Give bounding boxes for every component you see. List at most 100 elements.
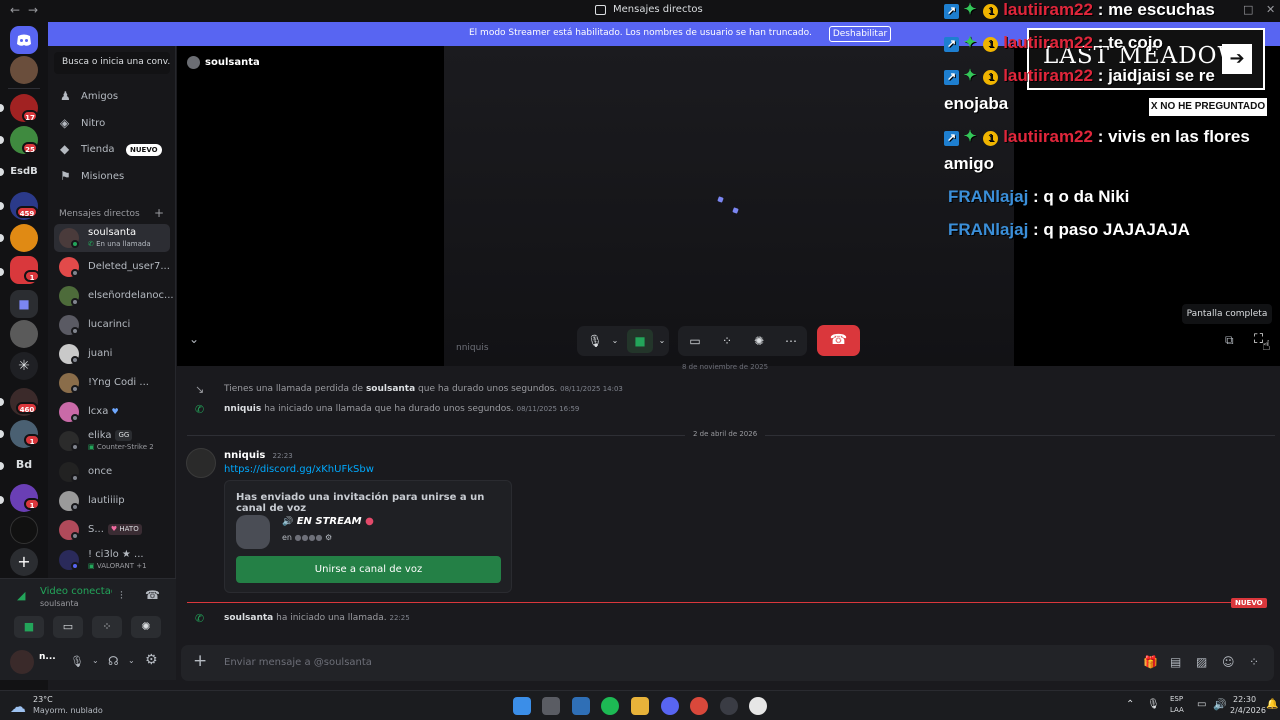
settings-gear-icon[interactable]: ⚙ bbox=[145, 652, 158, 668]
weather-desc[interactable]: Mayorm. nublado bbox=[33, 706, 103, 715]
volume-icon[interactable]: 🔊 bbox=[1213, 698, 1227, 711]
apps-icon[interactable]: ⁘ bbox=[1249, 655, 1259, 669]
sticker-icon[interactable]: ▨ bbox=[1196, 655, 1207, 669]
media-player-icon[interactable] bbox=[749, 697, 767, 715]
dm-item[interactable]: S... ♥ HATO bbox=[54, 516, 170, 544]
author-name[interactable]: nniquis bbox=[224, 450, 265, 461]
video-tile[interactable] bbox=[444, 46, 1014, 366]
spotify-icon[interactable] bbox=[601, 697, 619, 715]
dm-status: En una llamada bbox=[96, 240, 151, 248]
steam-icon[interactable] bbox=[720, 697, 738, 715]
gift-icon[interactable]: 🎁 bbox=[1143, 655, 1158, 669]
discord-taskbar-icon[interactable] bbox=[661, 697, 679, 715]
end-call-button[interactable]: ☎ bbox=[817, 325, 860, 356]
chevron-down-icon[interactable]: ⌄ bbox=[649, 329, 675, 353]
chrome-icon[interactable] bbox=[690, 697, 708, 715]
dm-item[interactable]: elika GG ▣ Counter-Strike 2 bbox=[54, 427, 170, 455]
voice-status[interactable]: Video conectado bbox=[40, 586, 112, 597]
noise-suppression-icon[interactable]: ⫶ bbox=[120, 589, 123, 603]
msg-user[interactable]: soulsanta bbox=[224, 613, 273, 623]
server-label[interactable]: EsdB bbox=[8, 166, 40, 177]
activities-icon[interactable]: ⁘ bbox=[714, 329, 740, 353]
mention-badge: 1 bbox=[24, 434, 40, 446]
microphone-icon[interactable]: 🎙 bbox=[70, 655, 84, 668]
forward-arrow-icon[interactable]: → bbox=[28, 3, 38, 17]
maximize-icon[interactable]: □ bbox=[1243, 3, 1253, 16]
add-server-icon[interactable]: + bbox=[10, 548, 38, 576]
dm-item[interactable]: lucarinci bbox=[54, 311, 170, 339]
popout-icon[interactable]: ⧉ bbox=[1225, 333, 1234, 348]
notifications-icon[interactable]: 🔔 bbox=[1266, 699, 1278, 710]
nav-nitro[interactable]: ◈ Nitro bbox=[54, 112, 172, 136]
timestamp: 22:25 bbox=[389, 614, 410, 622]
discord-home-icon[interactable] bbox=[10, 26, 38, 54]
activities-button[interactable]: ⁘ bbox=[92, 616, 122, 638]
weather-temp[interactable]: 23°C bbox=[33, 695, 53, 704]
voice-channel[interactable]: soulsanta bbox=[40, 599, 79, 608]
dm-item[interactable]: ! ci3lo ★ ... ▣ VALORANT +1 bbox=[54, 546, 170, 574]
screen-share-icon[interactable]: ▭ bbox=[682, 329, 708, 353]
call-started-message: soulsanta ha iniciado una llamada. 22:25 bbox=[224, 613, 410, 623]
server-label[interactable]: Bd bbox=[8, 458, 40, 471]
dm-item[interactable]: lautiiiip bbox=[54, 487, 170, 515]
soundboard-icon[interactable]: ✺ bbox=[746, 329, 772, 353]
disable-streamer-button[interactable]: Deshabilitar bbox=[829, 26, 891, 42]
headphones-icon[interactable]: ☊ bbox=[108, 654, 119, 668]
dm-item[interactable]: elseñordelanoc... bbox=[54, 282, 174, 310]
unread-pill bbox=[0, 430, 4, 438]
close-window-icon[interactable]: ✕ bbox=[1266, 3, 1275, 16]
chevron-down-icon[interactable]: ⌄ bbox=[92, 656, 99, 665]
emoji-icon[interactable]: ☺ bbox=[1222, 655, 1235, 669]
status-dot bbox=[71, 532, 79, 540]
collapse-chevron-icon[interactable]: ⌄ bbox=[189, 332, 199, 346]
msg-user[interactable]: soulsanta bbox=[366, 384, 415, 394]
dm-item[interactable]: !Yng Codi ... bbox=[54, 369, 170, 397]
keyboard-lang[interactable]: ESP bbox=[1170, 695, 1183, 703]
server-icon[interactable] bbox=[10, 320, 38, 348]
nav-friends[interactable]: ♟ Amigos bbox=[54, 85, 172, 109]
dm-item[interactable]: soulsanta ✆ En una llamada bbox=[54, 224, 170, 252]
chevron-down-icon[interactable]: ⌄ bbox=[128, 656, 135, 665]
dm-item[interactable]: Deleted_user7... bbox=[54, 253, 170, 281]
disconnect-icon[interactable]: ☎ bbox=[145, 588, 160, 602]
more-options-icon[interactable]: ⋯ bbox=[778, 329, 804, 353]
server-icon[interactable] bbox=[10, 516, 38, 544]
dm-item[interactable]: once bbox=[54, 458, 170, 486]
user-avatar[interactable] bbox=[10, 650, 34, 674]
gif-icon[interactable]: ▤ bbox=[1170, 655, 1181, 669]
invite-link[interactable]: https://discord.gg/xKhUFkSbw bbox=[224, 464, 374, 475]
server-icon[interactable] bbox=[10, 224, 38, 252]
back-arrow-icon[interactable]: ← bbox=[10, 3, 20, 17]
status-dot bbox=[71, 356, 79, 364]
msg-user[interactable]: nniquis bbox=[224, 404, 261, 414]
network-icon[interactable]: ▭ bbox=[1197, 699, 1206, 710]
folder-icon[interactable]: ■ bbox=[10, 290, 38, 318]
start-icon[interactable] bbox=[513, 697, 531, 715]
mail-icon[interactable] bbox=[572, 697, 590, 715]
nav-shop[interactable]: ◆ Tienda NUEVO bbox=[54, 138, 172, 162]
windows-taskbar: ☁ 23°C Mayorm. nublado ⌃ 🎙 ESP LAA ▭ 🔊 2… bbox=[0, 690, 1280, 720]
upload-plus-icon[interactable]: + bbox=[193, 651, 207, 671]
file-explorer-icon[interactable] bbox=[631, 697, 649, 715]
dm-item[interactable]: lcxa ♥ bbox=[54, 398, 170, 426]
dm-item[interactable]: juani bbox=[54, 340, 170, 368]
task-view-icon[interactable] bbox=[542, 697, 560, 715]
clock-date[interactable]: 2/4/2026 bbox=[1230, 706, 1266, 715]
search-input[interactable]: Busca o inicia una conv... bbox=[54, 52, 170, 74]
keyboard-layout[interactable]: LAA bbox=[1170, 706, 1184, 714]
chevron-down-icon[interactable]: ⌄ bbox=[602, 329, 628, 353]
message-input[interactable]: Enviar mensaje a @soulsanta bbox=[224, 657, 372, 668]
tray-chevron-icon[interactable]: ⌃ bbox=[1126, 699, 1134, 710]
gear-icon: ⚙ bbox=[325, 533, 333, 542]
soundboard-button[interactable]: ✺ bbox=[131, 616, 161, 638]
author-avatar[interactable] bbox=[186, 448, 216, 478]
server-icon[interactable]: ✳ bbox=[10, 352, 38, 380]
microphone-icon[interactable]: 🎙 bbox=[1147, 699, 1160, 710]
clock-time[interactable]: 22:30 bbox=[1233, 695, 1256, 704]
server-icon[interactable] bbox=[10, 56, 38, 84]
create-dm-icon[interactable]: + bbox=[154, 206, 164, 220]
join-voice-button[interactable]: Unirse a canal de voz bbox=[236, 556, 501, 583]
screen-share-button[interactable]: ▭ bbox=[53, 616, 83, 638]
nav-quests[interactable]: ⚑ Misiones bbox=[54, 165, 172, 189]
camera-toggle-button[interactable]: ■ bbox=[14, 616, 44, 638]
